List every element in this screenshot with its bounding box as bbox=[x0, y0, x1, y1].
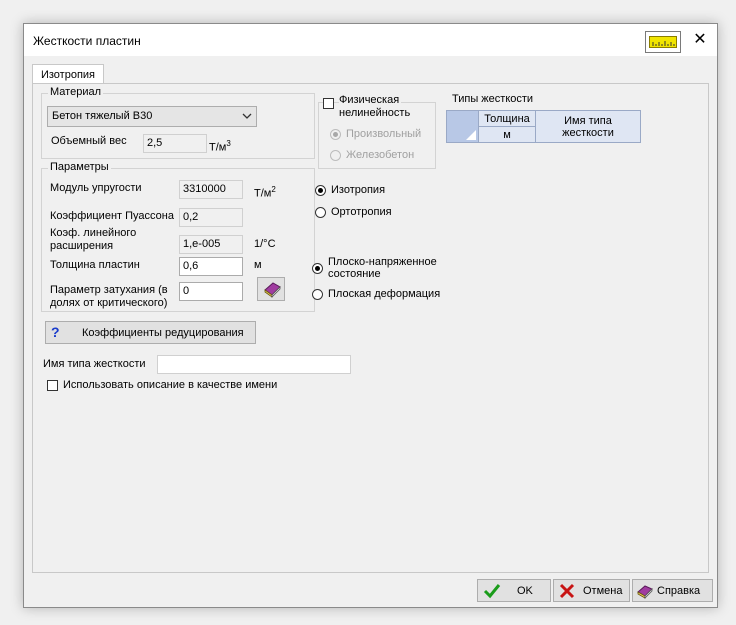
grid-header-thickness[interactable]: Толщина bbox=[479, 110, 536, 127]
isotropy-radio[interactable] bbox=[315, 185, 326, 196]
close-icon: ✕ bbox=[693, 31, 707, 48]
tab-label: Изотропия bbox=[40, 69, 96, 81]
params-legend: Параметры bbox=[48, 161, 111, 173]
orthotropy-label: Ортотропия bbox=[331, 206, 392, 218]
help-icon: ? bbox=[51, 324, 60, 340]
modulus-label: Модуль упругости bbox=[50, 182, 142, 194]
plane-stress-label-2: состояние bbox=[328, 268, 381, 280]
weight-field: 2,5 bbox=[143, 134, 207, 153]
expansion-field: 1,e-005 bbox=[179, 235, 243, 254]
cancel-button[interactable]: Отмена bbox=[553, 579, 630, 602]
material-selected: Бетон тяжелый В30 bbox=[52, 110, 153, 122]
modulus-unit: Т/м2 bbox=[254, 185, 276, 200]
grid-corner[interactable] bbox=[446, 110, 479, 143]
nonlinear-arbitrary-label: Произвольный bbox=[346, 128, 422, 140]
nonlinear-concrete-label: Железобетон bbox=[346, 149, 415, 161]
nonlinear-checkbox[interactable] bbox=[323, 98, 334, 109]
cancel-label: Отмена bbox=[583, 585, 623, 597]
damping-label-1: Параметр затухания (в bbox=[50, 284, 168, 296]
poisson-field: 0,2 bbox=[179, 208, 243, 227]
thickness-unit: м bbox=[254, 259, 262, 271]
ruler-icon bbox=[649, 36, 677, 48]
modulus-field: 3310000 bbox=[179, 180, 243, 199]
expansion-label-2: расширения bbox=[50, 240, 114, 252]
grid-header-type-name[interactable]: Имя типа жесткости bbox=[536, 110, 641, 143]
nonlinear-label-2: нелинейность bbox=[339, 107, 413, 120]
reduction-coefficients-button[interactable]: ? Коэффициенты редуцирования bbox=[45, 321, 256, 344]
stiffness-types-title: Типы жесткости bbox=[452, 93, 534, 105]
tab-isotropy[interactable]: Изотропия bbox=[32, 64, 104, 84]
title-bar: Жесткости пластин ✕ bbox=[24, 24, 717, 56]
weight-unit: Т/м3 bbox=[209, 139, 231, 154]
tab-panel: Материал Бетон тяжелый В30 Объемный вес … bbox=[32, 83, 709, 573]
ruler-button[interactable] bbox=[645, 31, 681, 53]
stiffness-name-label: Имя типа жесткости bbox=[43, 358, 146, 370]
thickness-label: Толщина пластин bbox=[50, 259, 140, 271]
reduction-coefficients-label: Коэффициенты редуцирования bbox=[82, 327, 244, 339]
expansion-unit: 1/°С bbox=[254, 238, 276, 250]
ok-label: OK bbox=[517, 585, 533, 597]
plane-stress-radio[interactable] bbox=[312, 263, 323, 274]
grid-unit-thickness: м bbox=[479, 127, 536, 143]
dialog-window: Жесткости пластин ✕ Изотропия Материал Б… bbox=[23, 23, 718, 608]
damping-input[interactable]: 0 bbox=[179, 282, 243, 301]
isotropy-label: Изотропия bbox=[331, 184, 386, 196]
use-description-label: Использовать описание в качестве имени bbox=[63, 379, 278, 391]
cancel-x-icon bbox=[559, 583, 575, 602]
nonlinear-arbitrary-radio[interactable] bbox=[330, 129, 341, 140]
nonlinear-concrete-radio[interactable] bbox=[330, 150, 341, 161]
book-help-icon bbox=[636, 582, 654, 603]
checkmark-icon bbox=[483, 583, 501, 602]
close-button[interactable]: ✕ bbox=[686, 28, 714, 52]
use-description-checkbox[interactable] bbox=[47, 380, 58, 391]
damping-label-2: долях от критического) bbox=[50, 297, 168, 309]
ok-button[interactable]: OK bbox=[477, 579, 551, 602]
material-legend: Материал bbox=[48, 86, 103, 98]
poisson-label: Коэффициент Пуассона bbox=[50, 210, 174, 222]
chevron-down-icon bbox=[242, 107, 252, 133]
nonlinear-label-1: Физическая bbox=[339, 94, 402, 107]
window-title: Жесткости пластин bbox=[33, 34, 141, 48]
expansion-label-1: Коэф. линейного bbox=[50, 227, 137, 239]
help-label: Справка bbox=[657, 585, 701, 597]
weight-label: Объемный вес bbox=[51, 135, 127, 147]
plane-strain-label: Плоская деформация bbox=[328, 288, 441, 300]
thickness-input[interactable]: 0,6 bbox=[179, 257, 243, 276]
material-select[interactable]: Бетон тяжелый В30 bbox=[47, 106, 257, 127]
damping-book-button[interactable] bbox=[257, 277, 285, 301]
orthotropy-radio[interactable] bbox=[315, 207, 326, 218]
stiffness-name-input[interactable] bbox=[157, 355, 351, 374]
stiffness-types-grid[interactable]: Толщина м Имя типа жесткости bbox=[446, 110, 641, 143]
help-button[interactable]: Справка bbox=[632, 579, 713, 602]
plane-strain-radio[interactable] bbox=[312, 289, 323, 300]
